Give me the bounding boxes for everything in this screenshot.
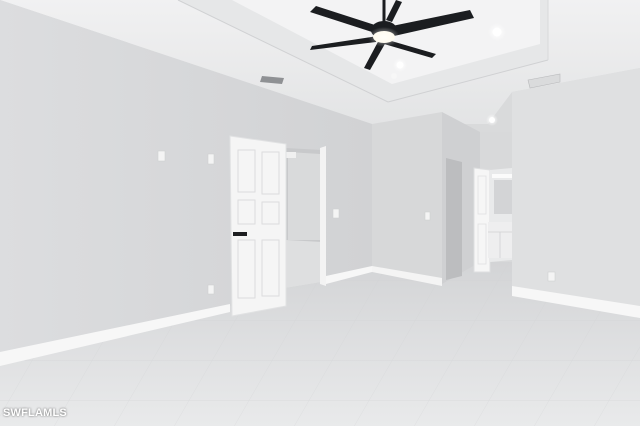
electrical-outlet	[424, 211, 431, 221]
light-switch	[207, 153, 215, 165]
recessed-light	[492, 27, 502, 37]
recessed-light	[391, 73, 397, 79]
door-frame	[320, 146, 326, 286]
right-wall	[512, 68, 640, 318]
bathroom-mirror	[494, 180, 512, 214]
doorway-hallway	[286, 146, 326, 288]
room-scene	[0, 0, 640, 426]
empty-bedroom-photo: SWFLAMLS	[0, 0, 640, 426]
light-switch	[157, 150, 166, 162]
light-switch	[332, 208, 340, 219]
bathroom-door	[473, 167, 491, 273]
watermark: SWFLAMLS	[3, 407, 67, 419]
recessed-light	[396, 61, 404, 69]
interior-door-open	[229, 135, 287, 317]
electrical-outlet	[547, 271, 556, 282]
vanity-light	[492, 174, 512, 178]
electrical-outlet	[207, 284, 215, 295]
door-handle	[233, 232, 247, 236]
recessed-light	[489, 117, 495, 123]
